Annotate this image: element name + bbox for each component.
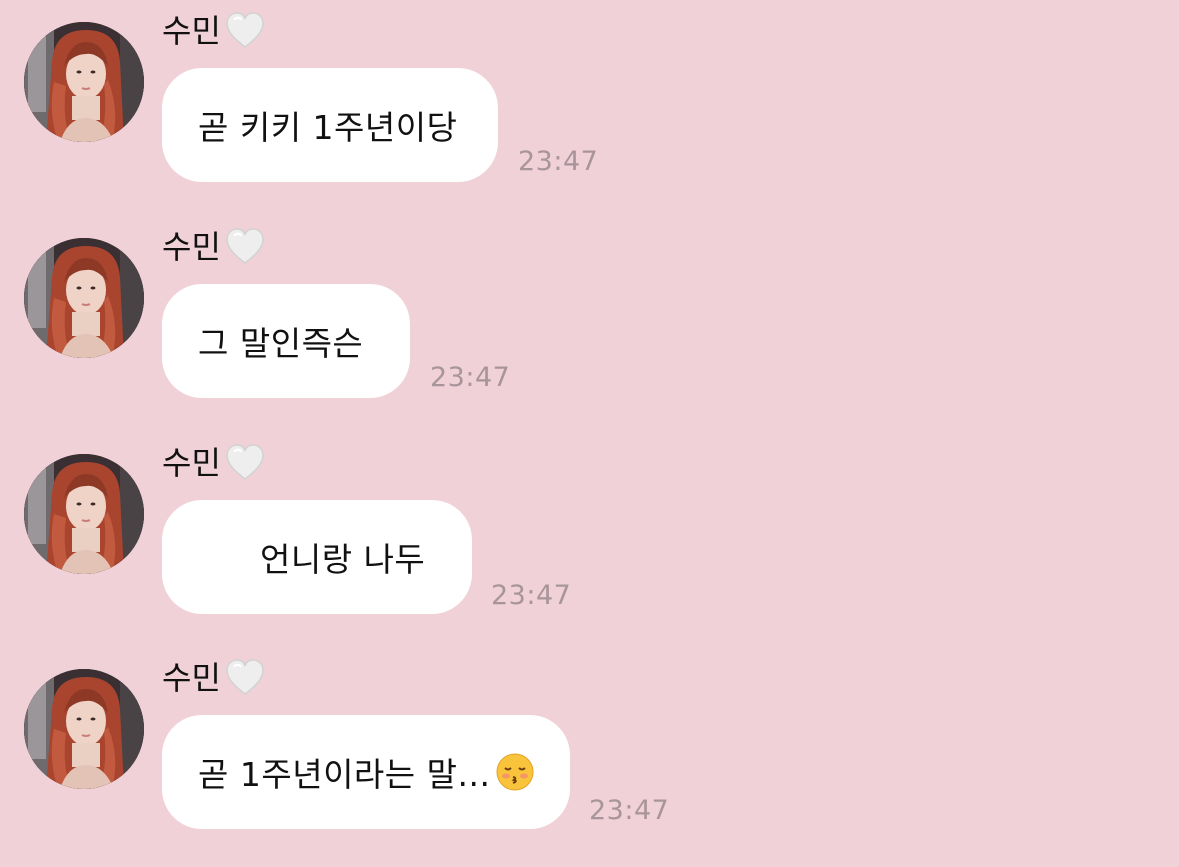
- avatar[interactable]: [24, 454, 144, 574]
- message-time: 23:47: [518, 146, 599, 177]
- chat-message: 수민 그 말인즉슨 23:47: [0, 216, 1179, 398]
- chat-message: 수민 언니랑 나두 23:47: [0, 432, 1179, 614]
- message-bubble[interactable]: 곧 키키 1주년이당: [162, 68, 498, 182]
- message-bubble[interactable]: 언니랑 나두: [162, 500, 472, 614]
- avatar[interactable]: [24, 238, 144, 358]
- message-text: 곧 키키 1주년이당: [198, 108, 458, 147]
- kissing-face-closed-eyes-icon: [496, 753, 535, 791]
- sender-name: 수민: [162, 12, 221, 50]
- white-heart-icon: [225, 444, 265, 482]
- white-heart-icon: [225, 228, 265, 266]
- message-text: 곧 1주년이라는 말...: [198, 755, 491, 794]
- white-heart-icon: [225, 659, 265, 697]
- message-text: 그 말인즉슨: [198, 324, 364, 363]
- chat-message: 수민 곧 키키 1주년이당 23:47: [0, 0, 1179, 182]
- avatar[interactable]: [24, 669, 144, 789]
- message-time: 23:47: [430, 362, 511, 393]
- sender-name: 수민: [162, 659, 221, 697]
- message-time: 23:47: [589, 795, 670, 826]
- avatar[interactable]: [24, 22, 144, 142]
- message-text: 언니랑 나두: [260, 540, 426, 579]
- message-bubble[interactable]: 그 말인즉슨: [162, 284, 410, 398]
- chat-message: 수민 곧 1주년이라는 말... 23:47: [0, 647, 1179, 829]
- sender-row: 수민: [162, 6, 265, 56]
- white-heart-icon: [225, 12, 265, 50]
- sender-name: 수민: [162, 444, 221, 482]
- sender-row: 수민: [162, 653, 265, 703]
- message-bubble[interactable]: 곧 1주년이라는 말...: [162, 715, 570, 829]
- sender-name: 수민: [162, 228, 221, 266]
- sender-row: 수민: [162, 222, 265, 272]
- sender-row: 수민: [162, 438, 265, 488]
- message-time: 23:47: [491, 580, 572, 611]
